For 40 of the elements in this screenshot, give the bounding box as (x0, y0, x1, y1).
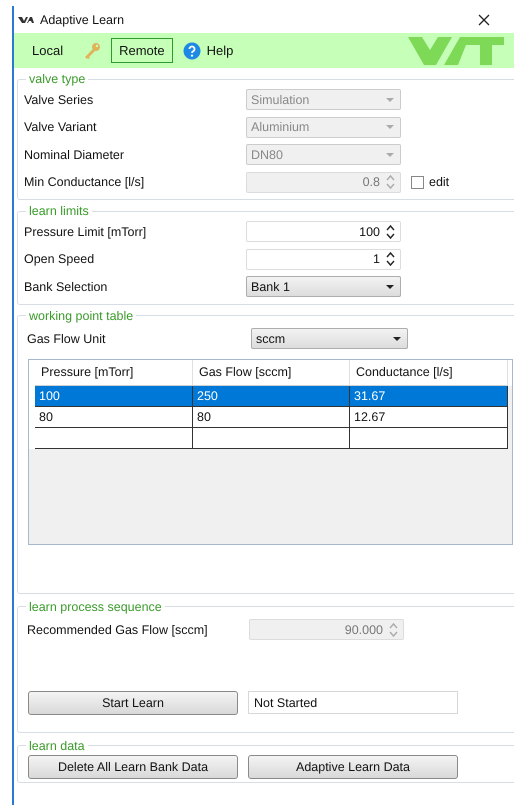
close-icon[interactable] (478, 14, 490, 26)
mode-button[interactable]: Remote (111, 38, 173, 63)
help-button[interactable]: Help (206, 43, 234, 58)
table-cell: 31.67 (350, 386, 508, 406)
field-label: Min Conductance [l/s] (24, 175, 146, 190)
key-icon (83, 42, 102, 60)
group-title: working point table (28, 308, 134, 322)
dropdown[interactable]: sccm (251, 328, 408, 349)
window-title: Adaptive Learn (40, 12, 124, 26)
table-cell: 12.67 (350, 406, 508, 428)
logo-icon (18, 16, 34, 24)
table-row[interactable]: 100 250 31.67 (29, 386, 512, 406)
field-label: Gas Flow Unit (27, 332, 106, 346)
field-label: Valve Series (24, 92, 94, 107)
table-cell: 250 (193, 386, 350, 406)
group-title: learn data (28, 738, 86, 752)
dropdown[interactable]: Bank 1 (246, 276, 401, 298)
field-label: Valve Variant (24, 120, 98, 134)
spin-box[interactable]: 100 (246, 221, 401, 242)
table-row[interactable]: 80 80 12.67 (29, 406, 512, 428)
table-cell: 80 (35, 406, 193, 428)
spin-box[interactable]: 1 (246, 248, 401, 270)
table-cell: 80 (193, 406, 350, 428)
group-title: valve type (28, 72, 86, 86)
action-button[interactable]: Delete All Learn Bank Data (28, 754, 238, 778)
brand-logo-icon (408, 36, 504, 64)
action-button[interactable]: Adaptive Learn Data (248, 754, 458, 778)
group-title: learn process sequence (28, 600, 163, 614)
field-label: Nominal Diameter (24, 148, 126, 162)
field-label: Recommended Gas Flow [sccm] (27, 622, 209, 636)
group-title: learn limits (28, 204, 90, 218)
status-field: Not Started (248, 691, 458, 714)
mode-button[interactable]: Local (24, 38, 72, 63)
table-cell: 100 (35, 386, 193, 406)
start-learn-button[interactable]: Start Learn (28, 690, 238, 714)
field-label: Bank Selection (24, 280, 108, 294)
checkbox-label: edit (429, 175, 450, 190)
field-label: Pressure Limit [mTorr] (24, 224, 148, 239)
help-icon[interactable] (182, 42, 201, 60)
field-label: Open Speed (24, 252, 96, 266)
